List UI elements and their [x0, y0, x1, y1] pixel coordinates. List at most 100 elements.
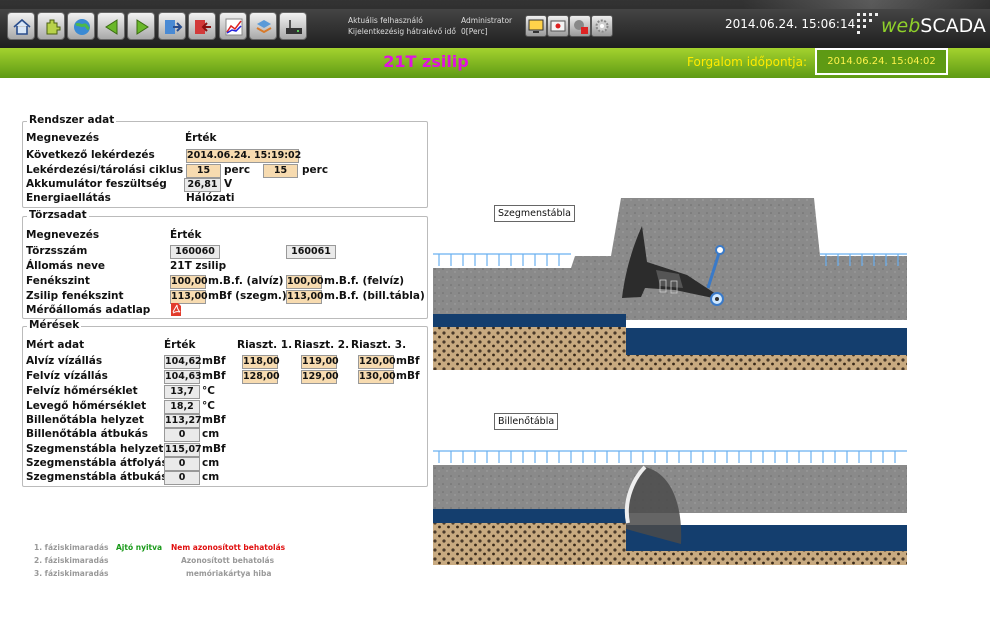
- cycle-label: Lekérdezési/tárolási ciklus: [26, 164, 184, 176]
- memory-card-error-status: memóriakártya hiba: [186, 569, 272, 578]
- measure-unit: cm: [202, 471, 220, 483]
- measure-value: 13,7: [164, 385, 200, 399]
- measure-label: Felvíz hőmérséklet: [26, 385, 138, 397]
- measure-value: 104,63: [164, 370, 202, 384]
- door-open-status: Ajtó nyitva: [116, 543, 163, 552]
- layers-icon[interactable]: [249, 12, 277, 40]
- floor-level-value-2: 100,00: [286, 275, 324, 289]
- col-alarm2-header: Riaszt. 2.: [294, 339, 350, 351]
- idle-time-label: Kijelentkezésig hátralévő idő: [348, 27, 456, 36]
- col-value-header: Érték: [185, 132, 217, 144]
- measure-unit: mBf: [202, 443, 226, 455]
- alarm1-value: 118,00: [242, 355, 280, 369]
- measure-value: 104,62: [164, 355, 202, 369]
- col-name-header: Megnevezés: [26, 132, 100, 144]
- home-icon[interactable]: [7, 12, 35, 40]
- query-cycle-unit: perc: [224, 164, 251, 176]
- serial-value-1: 160060: [170, 245, 220, 259]
- gate-floor-label: Zsilip fenékszint: [26, 290, 124, 302]
- gate-floor-value-1: 113,00: [170, 290, 208, 304]
- next-query-label: Következő lekérdezés: [26, 149, 155, 161]
- current-user-value: Administrator: [461, 16, 513, 25]
- serial-value-2: 160061: [286, 245, 336, 259]
- webscada-logo: webSCADA: [881, 15, 986, 37]
- system-data-header: Rendszer adat: [27, 114, 117, 126]
- measure-unit: cm: [202, 428, 220, 440]
- forward-arrow-icon[interactable]: [127, 12, 155, 40]
- top-bar: Aktuális felhasználó Administrator Kijel…: [0, 0, 990, 48]
- measure-value: 18,2: [164, 400, 200, 414]
- measure-label: Alvíz vízállás: [26, 355, 103, 367]
- floor-level-unit-2: m.B.f. (felvíz): [324, 275, 405, 287]
- system-data-section: Rendszer adat Megnevezés Érték Következő…: [22, 114, 428, 208]
- col-value-header: Érték: [164, 339, 196, 351]
- gate-floor-value-2: 113,00: [286, 290, 324, 304]
- gate-floor-unit-2: m.B.f. (bill.tábla): [324, 290, 425, 302]
- measure-unit: mBf: [202, 414, 226, 426]
- measure-label: Szegmenstábla helyzet: [26, 443, 164, 455]
- measurements-section: Mérések Mért adat Érték Riaszt. 1. Riasz…: [22, 319, 428, 487]
- plugin-icon[interactable]: [37, 12, 65, 40]
- pdf-icon[interactable]: [170, 303, 182, 316]
- gear-icon[interactable]: [591, 15, 613, 37]
- alarm3-unit: mBf: [396, 370, 420, 382]
- battery-unit: V: [224, 178, 233, 190]
- traffic-time-value: 2014.06.24. 15:04:02: [815, 48, 948, 75]
- measure-value: 0: [164, 457, 200, 471]
- alarm3-value: 130,00: [358, 370, 396, 384]
- traffic-time-label: Forgalom időpontja:: [687, 55, 807, 69]
- globe-icon[interactable]: [67, 12, 95, 40]
- back-arrow-icon[interactable]: [97, 12, 125, 40]
- gate-floor-unit-1: mBf (szegm.): [208, 290, 287, 302]
- phase-loss-3: 3. fáziskimaradás: [34, 569, 109, 578]
- col-value-header: Érték: [170, 229, 202, 241]
- measure-value: 113,27: [164, 414, 202, 428]
- store-cycle-unit: perc: [302, 164, 329, 176]
- alarm-map-icon[interactable]: [547, 15, 569, 37]
- station-name-value: 21T zsilip: [170, 260, 227, 272]
- floor-level-unit-1: m.B.f. (alvíz): [208, 275, 284, 287]
- segment-gate-label: Szegmenstábla: [494, 205, 575, 222]
- chart-icon[interactable]: [219, 12, 247, 40]
- col-alarm3-header: Riaszt. 3.: [351, 339, 407, 351]
- measure-label: Szegmenstábla átfolyás: [26, 457, 168, 469]
- power-value: Hálózati: [186, 192, 235, 204]
- power-label: Energiaellátás: [26, 192, 111, 204]
- settings-cancel-icon[interactable]: [569, 15, 591, 37]
- col-name-header: Megnevezés: [26, 229, 100, 241]
- export-icon[interactable]: [158, 12, 186, 40]
- battery-value: 26,81: [184, 178, 221, 192]
- webscada-logo-icon: [857, 13, 878, 34]
- measure-label: Szegmenstábla átbukás: [26, 471, 168, 483]
- clock: 2014.06.24. 15:06:14: [725, 17, 856, 31]
- alarm1-value: 128,00: [242, 370, 280, 384]
- router-icon[interactable]: [279, 12, 307, 40]
- idle-time-value: 0[Perc]: [461, 27, 488, 36]
- measure-value: 0: [164, 428, 200, 442]
- measure-unit: cm: [202, 457, 220, 469]
- tilting-gate-label: Billenőtábla: [494, 413, 559, 430]
- col-alarm1-header: Riaszt. 1.: [237, 339, 293, 351]
- unauthorized-intrusion-status: Nem azonosított behatolás: [171, 543, 286, 552]
- import-icon[interactable]: [188, 12, 216, 40]
- col-measured-header: Mért adat: [26, 339, 85, 351]
- measure-value: 115,07: [164, 443, 202, 457]
- measure-unit: °C: [202, 385, 215, 397]
- measure-value: 0: [164, 471, 200, 485]
- datasheet-label: Mérőállomás adatlap: [26, 304, 151, 316]
- tilting-gate-diagram: [433, 450, 907, 565]
- phase-loss-1: 1. fáziskimaradás: [34, 543, 109, 552]
- master-data-section: Törzsadat Megnevezés Érték Törzsszám 160…: [22, 209, 428, 319]
- battery-label: Akkumulátor feszültség: [26, 178, 167, 190]
- floor-level-label: Fenékszint: [26, 275, 90, 287]
- measure-unit: mBf: [202, 355, 226, 367]
- floor-level-value-1: 100,00: [170, 275, 208, 289]
- alarm3-value: 120,00: [358, 355, 396, 369]
- monitor-icon[interactable]: [525, 15, 547, 37]
- measure-label: Billenőtábla helyzet: [26, 414, 144, 426]
- store-cycle-value: 15: [263, 164, 298, 178]
- alarm2-value: 129,00: [301, 370, 339, 384]
- measure-label: Billenőtábla átbukás: [26, 428, 148, 440]
- serial-label: Törzsszám: [26, 245, 88, 257]
- next-query-value: 2014.06.24. 15:19:02: [186, 149, 302, 163]
